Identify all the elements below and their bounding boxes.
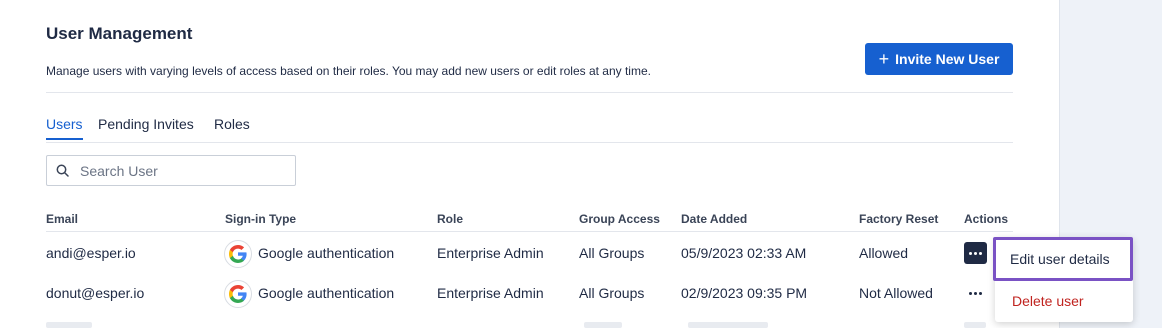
column-header-signin-type: Sign-in Type: [225, 212, 297, 226]
user-management-panel: User Management Manage users with varyin…: [0, 0, 1060, 328]
tab-users[interactable]: Users: [46, 116, 83, 140]
row-email: donut@esper.io: [46, 285, 145, 301]
column-header-date-added: Date Added: [681, 212, 748, 226]
more-horizontal-icon[interactable]: [964, 242, 987, 264]
table-header-divider: [46, 231, 1013, 232]
column-header-email: Email: [46, 212, 79, 226]
actions-dropdown-menu: Edit user details Delete user: [993, 237, 1133, 322]
search-icon: [56, 164, 69, 177]
page-subtitle: Manage users with varying levels of acce…: [46, 64, 651, 78]
google-icon: [224, 280, 252, 308]
row-date-added: 05/9/2023 02:33 AM: [681, 245, 807, 261]
delete-user-menu-item[interactable]: Delete user: [1012, 293, 1084, 309]
row-placeholder: [584, 322, 622, 328]
page-title: User Management: [46, 24, 193, 43]
invite-button-label: Invite New User: [895, 51, 1000, 67]
plus-icon: +: [878, 49, 890, 69]
row-placeholder: [964, 322, 986, 328]
row-role: Enterprise Admin: [437, 245, 544, 261]
tab-pending-invites[interactable]: Pending Invites: [98, 116, 194, 138]
column-header-actions: Actions: [964, 212, 1009, 226]
column-header-factory-reset: Factory Reset: [859, 212, 939, 226]
header-divider: [46, 92, 1013, 93]
column-header-group-access: Group Access: [579, 212, 660, 226]
row-placeholder: [46, 322, 92, 328]
google-icon: [224, 240, 252, 268]
invite-new-user-button[interactable]: + Invite New User: [865, 43, 1013, 75]
row-date-added: 02/9/2023 09:35 PM: [681, 285, 808, 301]
row-group-access: All Groups: [579, 285, 645, 301]
row-factory-reset: Not Allowed: [859, 285, 933, 301]
edit-user-details-menu-item[interactable]: Edit user details: [993, 237, 1133, 281]
row-placeholder: [688, 322, 768, 328]
tab-roles[interactable]: Roles: [214, 116, 250, 138]
row-signin-type: Google authentication: [258, 245, 395, 261]
row-email: andi@esper.io: [46, 245, 136, 261]
search-box[interactable]: [46, 155, 296, 186]
more-horizontal-icon[interactable]: [964, 282, 987, 304]
row-role: Enterprise Admin: [437, 285, 544, 301]
row-factory-reset: Allowed: [859, 245, 909, 261]
row-group-access: All Groups: [579, 245, 645, 261]
search-input[interactable]: [78, 161, 282, 180]
column-header-role: Role: [437, 212, 464, 226]
row-signin-type: Google authentication: [258, 285, 395, 301]
tab-bar: Users Pending Invites Roles: [46, 116, 1013, 143]
